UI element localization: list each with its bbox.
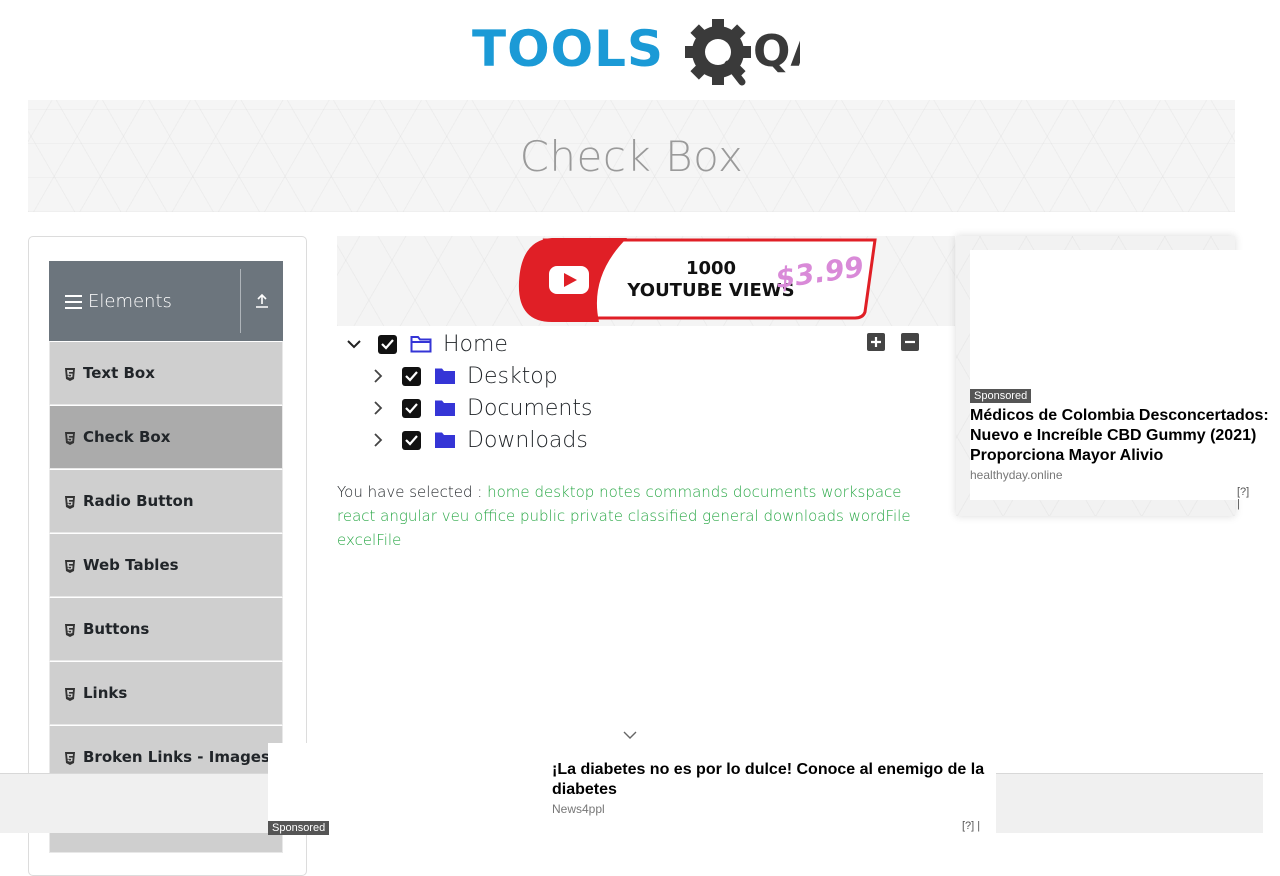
result-item: private (569, 507, 623, 525)
elements-group-header[interactable]: Elements (49, 261, 283, 341)
plus-square-icon[interactable] (867, 333, 885, 351)
folder-icon (434, 431, 456, 449)
promo-line2: YOUTUBE VIEWS (626, 280, 794, 301)
menu-item-label: Check Box (83, 428, 171, 446)
chevron-down-icon[interactable] (344, 334, 364, 354)
menu-item-label: Web Tables (83, 556, 179, 574)
menu-item-text-box[interactable]: Text Box (49, 341, 283, 405)
html5-icon (64, 431, 76, 445)
html5-icon (64, 623, 76, 637)
menu-item-label: Broken Links - Images (83, 748, 270, 766)
ad-info-link[interactable]: [?] | (962, 820, 980, 832)
result-item: general (702, 507, 759, 525)
ad-source[interactable]: healthyday.online (970, 468, 1063, 482)
toolsqa-logo[interactable]: TOOLS QA (470, 14, 824, 94)
selection-result: You have selected : home desktop notes c… (337, 480, 927, 552)
tree-node-desktop: Desktop (368, 360, 558, 392)
menu-item-label: Radio Button (83, 492, 194, 510)
promo-ad[interactable]: 1000 YOUTUBE VIEWS $3.99 (337, 236, 955, 326)
ad-title-line: diabetes (552, 781, 617, 798)
logo-text-tools: TOOLS (472, 20, 664, 78)
html5-icon (64, 687, 76, 701)
checkbox-desktop[interactable] (402, 366, 421, 386)
menu-item-check-box[interactable]: Check Box (49, 405, 283, 469)
menu-item-label: Buttons (83, 620, 150, 638)
result-item: office (474, 507, 516, 525)
result-item: react (337, 507, 376, 525)
menu-item-label: Text Box (83, 364, 155, 382)
tree-label-documents[interactable]: Documents (467, 396, 592, 421)
chevron-right-icon[interactable] (368, 430, 388, 450)
result-item: documents (732, 483, 817, 501)
html5-icon (64, 559, 76, 573)
ad-title-line: Nuevo e Increíble CBD Gummy (2021) (970, 427, 1257, 444)
ad-card[interactable]: Sponsored Médicos de Colombia Desconcert… (970, 250, 1280, 500)
html5-icon (64, 495, 76, 509)
menu-item-label: Links (83, 684, 128, 702)
result-item: public (520, 507, 566, 525)
ad-title[interactable]: Médicos de Colombia Desconcertados: Nuev… (970, 406, 1280, 466)
menu-item-radio-button[interactable]: Radio Button (49, 469, 283, 533)
menu-item-web-tables[interactable]: Web Tables (49, 533, 283, 597)
hamburger-icon (65, 295, 82, 309)
result-item: classified (627, 507, 698, 525)
result-item: wordFile (848, 507, 911, 525)
ad-title-line: Proporciona Mayor Alivio (970, 447, 1164, 464)
ad-source[interactable]: News4ppl (552, 802, 605, 816)
gear-icon (685, 19, 751, 86)
checkbox-documents[interactable] (402, 398, 421, 418)
group-title: Elements (88, 290, 172, 312)
result-item: workspace (821, 483, 902, 501)
checkbox-downloads[interactable] (402, 430, 421, 450)
minus-square-icon[interactable] (901, 333, 919, 351)
ad-title[interactable]: ¡La diabetes no es por lo dulce! Conoce … (552, 760, 992, 800)
bottom-sponsored-ad[interactable]: Sponsored ¡La diabetes no es por lo dulc… (268, 743, 996, 835)
tree-node-home: Home (344, 328, 508, 360)
result-item: desktop (534, 483, 595, 501)
tree-label-home[interactable]: Home (443, 332, 508, 357)
ad-title-line: Médicos de Colombia Desconcertados: (970, 407, 1269, 424)
tree-label-downloads[interactable]: Downloads (467, 428, 588, 453)
sponsored-badge: Sponsored (268, 821, 330, 835)
ad-title-line: ¡La diabetes no es por lo dulce! Conoce … (552, 761, 985, 778)
html5-icon (64, 751, 76, 765)
right-sponsored-ad[interactable]: Sponsored Médicos de Colombia Desconcert… (956, 236, 1280, 516)
result-item: angular (380, 507, 437, 525)
checkbox-home[interactable] (378, 334, 397, 354)
youtube-icon (549, 266, 589, 294)
result-prefix: You have selected : (337, 483, 483, 501)
menu-item-links[interactable]: Links (49, 661, 283, 725)
menu-item-buttons[interactable]: Buttons (49, 597, 283, 661)
tree-node-documents: Documents (368, 392, 592, 424)
result-item: downloads (763, 507, 844, 525)
youtube-views-ad-graphic: 1000 YOUTUBE VIEWS $3.99 (518, 238, 877, 322)
logo-text-qa: QA (753, 26, 800, 77)
result-item: notes (599, 483, 641, 501)
result-item: commands (645, 483, 729, 501)
chevron-right-icon[interactable] (368, 398, 388, 418)
page-header-banner: Check Box (28, 100, 1235, 212)
result-item: excelFile (337, 531, 402, 549)
html5-icon (64, 367, 76, 381)
collapse-group-icon[interactable] (241, 293, 283, 309)
tree-node-downloads: Downloads (368, 424, 588, 456)
page-title: Check Box (519, 131, 744, 181)
sponsored-badge: Sponsored (970, 389, 1032, 403)
ad-info-link[interactable]: [?] | (1237, 486, 1249, 510)
result-item: home (487, 483, 530, 501)
folder-open-icon (410, 335, 432, 353)
tree-label-desktop[interactable]: Desktop (467, 364, 558, 389)
result-item: veu (441, 507, 470, 525)
folder-icon (434, 367, 456, 385)
promo-line1: 1000 (686, 258, 736, 279)
folder-icon (434, 399, 456, 417)
chevron-down-icon[interactable] (620, 728, 640, 742)
chevron-right-icon[interactable] (368, 366, 388, 386)
